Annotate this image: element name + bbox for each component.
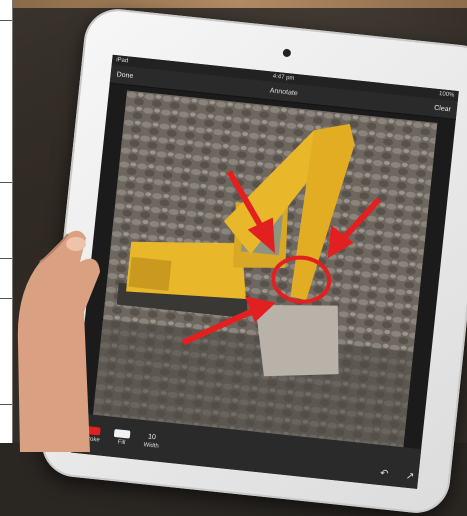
clear-button[interactable]: Clear: [434, 104, 451, 113]
undo-icon[interactable]: ↶: [379, 468, 388, 480]
tablet-screen: iPad 4:47 pm 100% Done Annotate Clear St…: [70, 54, 459, 489]
done-button[interactable]: Done: [116, 71, 133, 80]
annotation-canvas[interactable]: [92, 90, 438, 452]
width-tool[interactable]: 10 Width: [143, 433, 160, 449]
battery-label: 100%: [438, 91, 455, 99]
excavator-photo: [92, 90, 438, 452]
page-title: Annotate: [269, 86, 299, 97]
carrier-label: iPad: [115, 57, 129, 65]
time-label: 4:47 pm: [272, 73, 295, 82]
top-wood-strip: [12, 0, 467, 8]
width-value: 10: [147, 433, 157, 441]
holding-hand: [17, 230, 100, 452]
share-icon[interactable]: ↗: [405, 471, 414, 483]
